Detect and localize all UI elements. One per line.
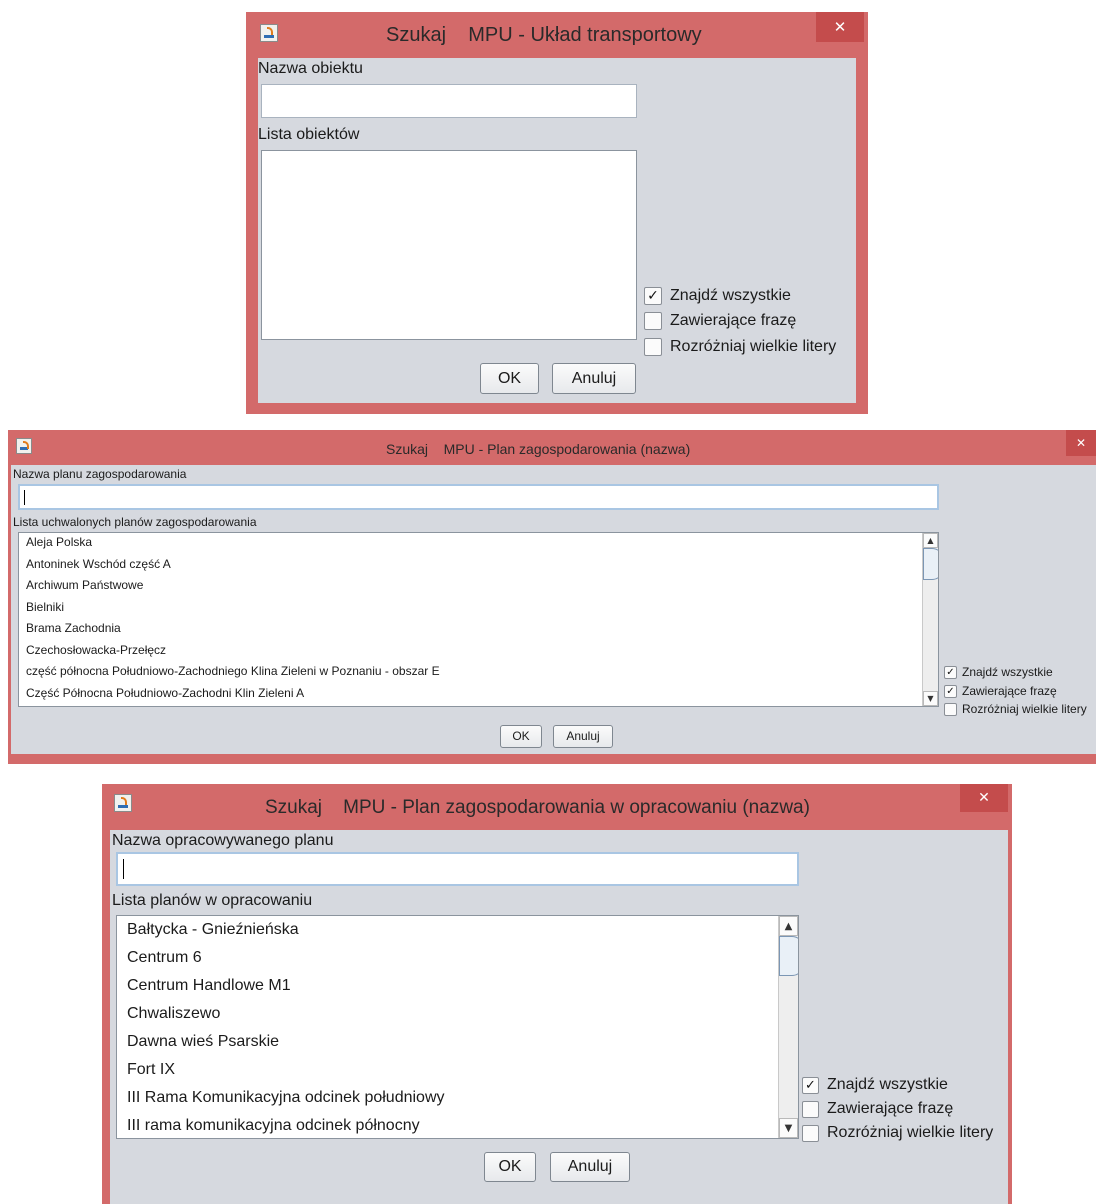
contains-phrase-checkbox-box[interactable] <box>802 1100 819 1118</box>
scroll-down-icon[interactable]: ▼ <box>779 1118 798 1138</box>
java-app-icon <box>260 24 278 42</box>
find-all-checkbox[interactable]: ✓ Znajdź wszystkie <box>944 665 1053 679</box>
find-all-checkbox-box[interactable]: ✓ <box>944 665 957 679</box>
plan-list-label: Lista planów w opracowaniu <box>112 892 313 909</box>
list-item[interactable]: Antoninek Wschód część A <box>26 557 938 571</box>
find-all-label: Znajdź wszystkie <box>962 665 1053 679</box>
list-item[interactable]: III Rama Komunikacyjna odcinek południow… <box>127 1089 798 1107</box>
find-all-checkbox[interactable]: ✓ Znajdź wszystkie <box>644 287 791 305</box>
cancel-button[interactable]: Anuluj <box>553 725 613 748</box>
case-sensitive-checkbox-box[interactable] <box>802 1124 819 1142</box>
scroll-down-icon[interactable]: ▼ <box>923 691 938 706</box>
list-item[interactable]: Brama Zachodnia <box>26 621 938 635</box>
list-item[interactable]: Czechosłowacka-Przełęcz <box>26 643 938 657</box>
title-bar[interactable]: Szukaj MPU - Układ transportowy ✕ <box>246 12 868 58</box>
ok-button[interactable]: OK <box>500 725 542 748</box>
plan-name-label: Nazwa opracowywanego planu <box>112 832 334 849</box>
plan-name-label: Nazwa planu zagospodarowania <box>13 467 187 481</box>
scroll-up-icon[interactable]: ▲ <box>923 533 938 548</box>
list-item[interactable]: część północna Południowo-Zachodniego Kl… <box>26 664 938 678</box>
scroll-up-icon[interactable]: ▲ <box>779 916 798 936</box>
window-title: Szukaj MPU - Plan zagospodarowania (nazw… <box>386 441 691 457</box>
title-bar[interactable]: Szukaj MPU - Plan zagospodarowania (nazw… <box>8 430 1096 465</box>
plan-list[interactable]: Bałtycka - Gnieźnieńska Centrum 6 Centru… <box>116 915 799 1139</box>
contains-phrase-checkbox-box[interactable]: ✓ <box>944 684 957 698</box>
cancel-button[interactable]: Anuluj <box>550 1152 630 1182</box>
case-sensitive-label: Rozróżniaj wielkie litery <box>827 1124 994 1141</box>
list-item[interactable]: Bielniki <box>26 600 938 614</box>
list-item[interactable]: Centrum Handlowe M1 <box>127 977 798 995</box>
check-icon: ✓ <box>647 288 659 304</box>
text-caret <box>24 490 25 505</box>
text-caret <box>123 859 124 879</box>
case-sensitive-checkbox-box[interactable] <box>644 338 662 356</box>
scroll-thumb[interactable] <box>779 936 798 976</box>
list-item[interactable]: III rama komunikacyjna odcinek północny <box>127 1117 798 1135</box>
dialog-plan-w-opracowaniu: Szukaj MPU - Plan zagospodarowania w opr… <box>102 784 1012 1204</box>
list-item[interactable]: Centrum 6 <box>127 949 798 967</box>
ok-button[interactable]: OK <box>480 363 539 394</box>
contains-phrase-checkbox[interactable]: Zawierające frazę <box>802 1100 953 1118</box>
dialog-body: Nazwa planu zagospodarowania Lista uchwa… <box>11 465 1096 754</box>
list-item[interactable]: Archiwum Państwowe <box>26 578 938 592</box>
window-title: Szukaj MPU - Układ transportowy <box>386 24 702 46</box>
list-item[interactable]: Chwaliszewo <box>127 1005 798 1023</box>
close-icon[interactable]: ✕ <box>1066 430 1096 456</box>
dialog-plan-zagospodarowania: Szukaj MPU - Plan zagospodarowania (nazw… <box>8 430 1096 764</box>
find-all-checkbox-box[interactable]: ✓ <box>802 1076 819 1094</box>
object-name-input[interactable] <box>261 84 637 118</box>
ok-button[interactable]: OK <box>484 1152 536 1182</box>
scroll-thumb[interactable] <box>923 548 938 580</box>
find-all-label: Znajdź wszystkie <box>670 287 791 304</box>
contains-phrase-label: Zawierające frazę <box>962 684 1057 698</box>
object-list-label: Lista obiektów <box>258 126 360 143</box>
case-sensitive-checkbox[interactable]: Rozróżniaj wielkie litery <box>644 338 836 356</box>
object-list[interactable] <box>261 150 637 340</box>
plan-list[interactable]: Aleja Polska Antoninek Wschód część A Ar… <box>18 532 939 707</box>
object-name-label: Nazwa obiektu <box>258 60 363 77</box>
case-sensitive-checkbox[interactable]: Rozróżniaj wielkie litery <box>944 702 1087 716</box>
find-all-label: Znajdź wszystkie <box>827 1076 948 1093</box>
find-all-checkbox-box[interactable]: ✓ <box>644 287 662 305</box>
dialog-uklad-transportowy: Szukaj MPU - Układ transportowy ✕ Nazwa … <box>246 12 868 414</box>
list-item[interactable]: Aleja Polska <box>26 535 938 549</box>
vertical-scrollbar[interactable]: ▲ ▼ <box>778 916 798 1138</box>
close-icon[interactable]: ✕ <box>960 784 1008 812</box>
case-sensitive-label: Rozróżniaj wielkie litery <box>670 338 837 355</box>
dialog-body: Nazwa obiektu Lista obiektów ✓ Znajdź ws… <box>258 58 856 403</box>
list-item[interactable]: Bałtycka - Gnieźnieńska <box>127 921 798 939</box>
case-sensitive-checkbox[interactable]: Rozróżniaj wielkie litery <box>802 1124 993 1142</box>
contains-phrase-checkbox[interactable]: ✓ Zawierające frazę <box>944 684 1057 698</box>
plan-name-input[interactable] <box>18 484 939 510</box>
find-all-checkbox[interactable]: ✓ Znajdź wszystkie <box>802 1076 948 1094</box>
close-icon[interactable]: ✕ <box>816 12 864 42</box>
contains-phrase-checkbox[interactable]: Zawierające frazę <box>644 312 796 330</box>
contains-phrase-label: Zawierające frazę <box>827 1100 954 1117</box>
window-title: Szukaj MPU - Plan zagospodarowania w opr… <box>265 797 810 818</box>
check-icon: ✓ <box>946 685 955 697</box>
contains-phrase-label: Zawierające frazę <box>670 312 797 329</box>
plan-name-input[interactable] <box>116 852 799 886</box>
dialog-body: Nazwa opracowywanego planu Lista planów … <box>110 830 1008 1204</box>
list-item[interactable]: Dawna wieś Psarskie <box>127 1033 798 1051</box>
check-icon: ✓ <box>805 1077 816 1093</box>
case-sensitive-checkbox-box[interactable] <box>944 702 957 716</box>
case-sensitive-label: Rozróżniaj wielkie litery <box>962 702 1087 716</box>
title-bar[interactable]: Szukaj MPU - Plan zagospodarowania w opr… <box>102 784 1012 832</box>
check-icon: ✓ <box>946 666 955 678</box>
java-app-icon <box>16 438 32 454</box>
java-app-icon <box>114 794 132 812</box>
list-item[interactable]: Część Północna Południowo-Zachodni Klin … <box>26 686 938 700</box>
vertical-scrollbar[interactable]: ▲ ▼ <box>922 533 938 706</box>
contains-phrase-checkbox-box[interactable] <box>644 312 662 330</box>
list-item[interactable]: Fort IX <box>127 1061 798 1079</box>
plan-list-label: Lista uchwalonych planów zagospodarowani… <box>13 515 257 529</box>
cancel-button[interactable]: Anuluj <box>552 363 636 394</box>
